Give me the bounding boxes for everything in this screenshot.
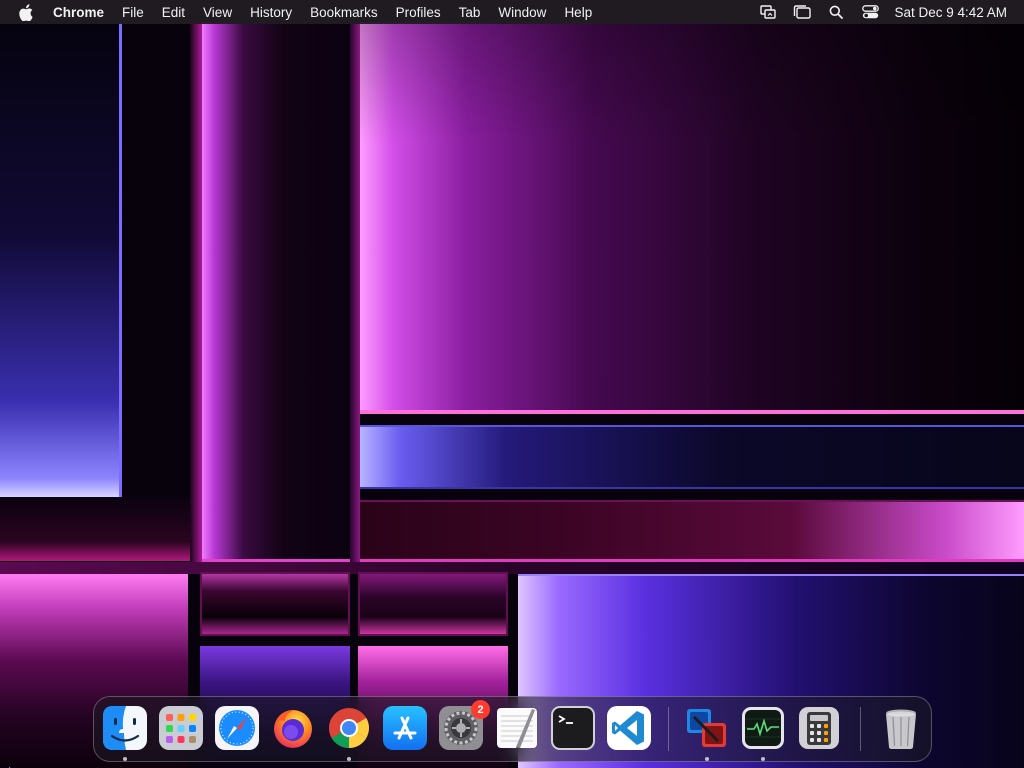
- menu-tab[interactable]: Tab: [459, 5, 481, 20]
- wallpaper-panel: [360, 500, 1024, 562]
- activity-monitor-icon[interactable]: [740, 705, 786, 751]
- wallpaper-panel: [200, 572, 350, 636]
- desktop-wallpaper: [0, 0, 1024, 768]
- notification-badge: 2: [471, 700, 490, 719]
- menu-edit[interactable]: Edit: [162, 5, 185, 20]
- apple-logo-icon[interactable]: [18, 3, 34, 21]
- menu-history[interactable]: History: [250, 5, 292, 20]
- running-indicator: [705, 757, 709, 761]
- control-center-icon[interactable]: [860, 3, 880, 21]
- wallpaper-panel: [0, 22, 122, 497]
- textedit-icon[interactable]: [494, 705, 540, 751]
- launchpad-icon[interactable]: [158, 705, 204, 751]
- menu-app-name[interactable]: Chrome: [53, 5, 104, 20]
- wallpaper-panel: [202, 22, 350, 562]
- wallpaper-panel: [360, 22, 1024, 414]
- dock-separator: [668, 707, 669, 751]
- dock: 2: [93, 696, 932, 762]
- app-store-icon[interactable]: [382, 705, 428, 751]
- screen-mirroring-icon[interactable]: [758, 3, 778, 21]
- menu-view[interactable]: View: [203, 5, 232, 20]
- firefox-icon[interactable]: [270, 705, 316, 751]
- dock-separator: [860, 707, 861, 751]
- wallpaper-panel: [358, 572, 508, 636]
- menu-profiles[interactable]: Profiles: [396, 5, 441, 20]
- menu-clock[interactable]: Sat Dec 9 4:42 AM: [894, 5, 1007, 20]
- menu-help[interactable]: Help: [564, 5, 592, 20]
- chrome-icon[interactable]: [326, 705, 372, 751]
- menu-bookmarks[interactable]: Bookmarks: [310, 5, 378, 20]
- menu-extras: Sat Dec 9 4:42 AM: [744, 0, 1007, 24]
- vmware-fusion-icon[interactable]: [684, 705, 730, 751]
- mouse-cursor-icon: [8, 760, 16, 768]
- stage-manager-icon[interactable]: [792, 3, 812, 21]
- safari-icon[interactable]: [214, 705, 260, 751]
- menu-window[interactable]: Window: [498, 5, 546, 20]
- trash-icon[interactable]: [878, 705, 924, 751]
- running-indicator: [761, 757, 765, 761]
- menu-bar: Chrome File Edit View History Bookmarks …: [0, 0, 1024, 24]
- calculator-icon[interactable]: [796, 705, 842, 751]
- vscode-icon[interactable]: [606, 705, 652, 751]
- wallpaper-panel: [0, 497, 190, 561]
- wallpaper-panel: [350, 22, 360, 562]
- menu-file[interactable]: File: [122, 5, 144, 20]
- system-settings-icon[interactable]: 2: [438, 700, 490, 751]
- wallpaper-panel: [190, 22, 202, 562]
- finder-icon[interactable]: [102, 705, 148, 751]
- terminal-icon[interactable]: [550, 705, 596, 751]
- spotlight-search-icon[interactable]: [826, 3, 846, 21]
- wallpaper-panel: [360, 425, 1024, 489]
- running-indicator: [347, 757, 351, 761]
- running-indicator: [123, 757, 127, 761]
- wallpaper-panel: [0, 562, 1024, 574]
